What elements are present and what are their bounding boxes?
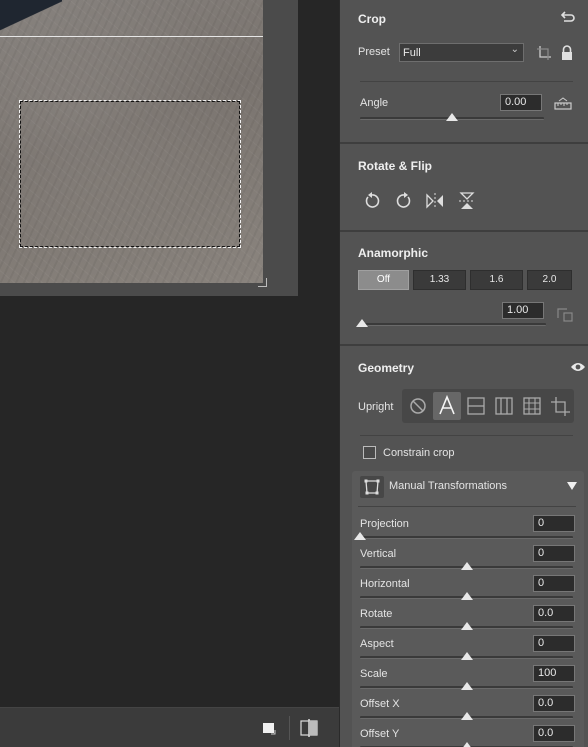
slider-value-input[interactable]: 0.0 bbox=[533, 695, 575, 712]
transform-panel: Crop Preset Full ⌄ Angle 0.00 Rotate & F… bbox=[339, 0, 588, 747]
divider bbox=[360, 81, 573, 82]
constrain-crop-checkbox[interactable] bbox=[363, 446, 376, 459]
upright-level-icon[interactable] bbox=[462, 392, 490, 420]
slider-label: Offset Y bbox=[360, 728, 400, 740]
constrain-crop-label: Constrain crop bbox=[383, 447, 455, 459]
anamorphic-option-off[interactable]: Off bbox=[358, 270, 409, 290]
slider-thumb[interactable] bbox=[460, 742, 473, 747]
slider-label: Scale bbox=[360, 668, 388, 680]
slider-thumb[interactable] bbox=[460, 592, 473, 600]
manual-transformations-title: Manual Transformations bbox=[389, 480, 507, 492]
anamorphic-option-1-6[interactable]: 1.6 bbox=[470, 270, 523, 290]
rotate-right-icon[interactable] bbox=[394, 191, 414, 214]
slider-thumb[interactable] bbox=[460, 682, 473, 690]
anamorphic-title: Anamorphic bbox=[358, 246, 429, 260]
upright-off-icon[interactable] bbox=[404, 392, 432, 420]
slider-value-input[interactable]: 100 bbox=[533, 665, 575, 682]
slider-label: Vertical bbox=[360, 548, 397, 560]
crop-orientation-icon[interactable] bbox=[535, 44, 553, 65]
lock-icon[interactable] bbox=[560, 45, 574, 64]
photo-shadow-region bbox=[0, 0, 62, 46]
anamorphic-link-icon[interactable] bbox=[556, 306, 574, 325]
slider-thumb[interactable] bbox=[460, 712, 473, 720]
preset-value: Full bbox=[403, 47, 421, 59]
slider-value-input[interactable]: 0 bbox=[533, 575, 575, 592]
reset-crop-icon[interactable] bbox=[559, 9, 577, 30]
divider bbox=[360, 435, 573, 436]
slider-label: Aspect bbox=[360, 638, 394, 650]
slider-value-input[interactable]: 0 bbox=[533, 635, 575, 652]
slider-label: Horizontal bbox=[360, 578, 410, 590]
slider-value-input[interactable]: 0 bbox=[533, 515, 575, 532]
canvas-bottom-toolbar bbox=[0, 707, 339, 747]
rotate-left-icon[interactable] bbox=[362, 191, 382, 214]
rotate-flip-title: Rotate & Flip bbox=[358, 159, 432, 173]
upright-full-icon[interactable] bbox=[518, 392, 546, 420]
upright-vertical-icon[interactable] bbox=[490, 392, 518, 420]
flip-vertical-icon[interactable] bbox=[457, 191, 477, 214]
divider bbox=[358, 506, 576, 507]
upright-auto-icon[interactable] bbox=[433, 392, 461, 420]
preset-label: Preset bbox=[358, 46, 390, 58]
slider-thumb[interactable] bbox=[460, 652, 473, 660]
before-after-icon[interactable] bbox=[298, 717, 320, 739]
slider-thumb[interactable] bbox=[354, 532, 366, 540]
geometry-title: Geometry bbox=[358, 361, 415, 375]
slider-value-input[interactable]: 0 bbox=[533, 545, 575, 562]
crop-section: Crop Preset Full ⌄ Angle 0.00 bbox=[340, 0, 588, 144]
slider-thumb[interactable] bbox=[460, 622, 473, 630]
image-canvas[interactable] bbox=[0, 0, 339, 707]
slider-thumb[interactable] bbox=[460, 562, 473, 570]
angle-label: Angle bbox=[360, 97, 389, 109]
anamorphic-value-input[interactable]: 1.00 bbox=[502, 302, 544, 319]
view-mode-icon[interactable] bbox=[259, 717, 281, 739]
slider-label: Offset X bbox=[360, 698, 400, 710]
horizon-guide-line bbox=[0, 36, 263, 37]
chevron-down-icon: ⌄ bbox=[510, 44, 519, 55]
straighten-tool-icon[interactable] bbox=[554, 97, 572, 114]
anamorphic-slider-thumb[interactable] bbox=[356, 319, 368, 327]
collapse-triangle-icon[interactable] bbox=[566, 481, 578, 494]
manual-transform-icon bbox=[360, 476, 384, 498]
toolbar-divider bbox=[289, 716, 290, 740]
slider-value-input[interactable]: 0.0 bbox=[533, 605, 575, 622]
anamorphic-option-1-33[interactable]: 1.33 bbox=[413, 270, 466, 290]
angle-input[interactable]: 0.00 bbox=[500, 94, 542, 111]
slider-track[interactable] bbox=[360, 536, 573, 539]
eye-icon[interactable] bbox=[570, 361, 586, 376]
preset-dropdown[interactable]: Full ⌄ bbox=[399, 43, 524, 62]
upright-guided-icon[interactable] bbox=[546, 392, 574, 420]
flip-horizontal-icon[interactable] bbox=[425, 191, 445, 214]
upright-label: Upright bbox=[358, 401, 394, 413]
angle-slider-thumb[interactable] bbox=[446, 113, 458, 121]
slider-value-input[interactable]: 0.0 bbox=[533, 725, 575, 742]
anamorphic-option-2-0[interactable]: 2.0 bbox=[527, 270, 572, 290]
crop-title: Crop bbox=[358, 12, 386, 26]
slider-label: Rotate bbox=[360, 608, 393, 620]
slider-label: Projection bbox=[360, 518, 409, 530]
anamorphic-slider-track[interactable] bbox=[362, 323, 546, 326]
marquee-selection[interactable] bbox=[19, 100, 241, 248]
rotate-flip-section: Rotate & Flip bbox=[340, 144, 588, 232]
crop-corner-handle[interactable] bbox=[258, 278, 267, 287]
